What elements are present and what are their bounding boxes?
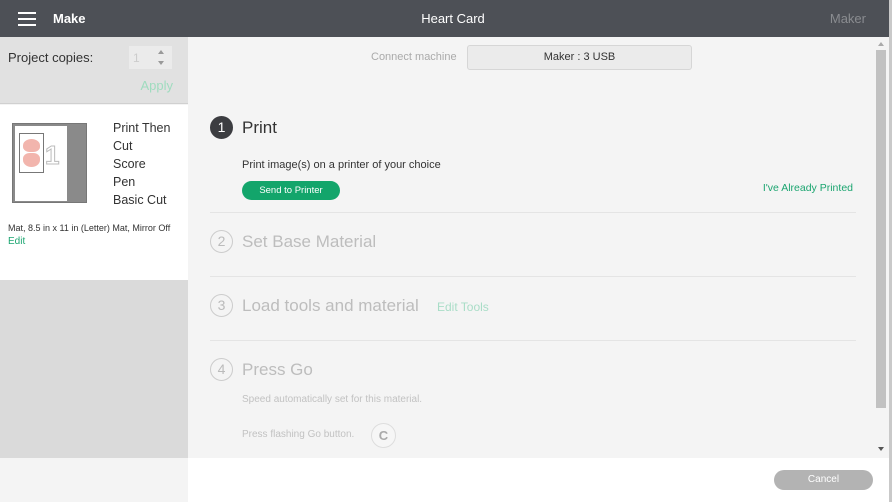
edit-tools-link[interactable]: Edit Tools	[437, 300, 489, 314]
divider	[210, 276, 856, 277]
spin-up-icon[interactable]	[158, 50, 164, 54]
heart-shape-top	[23, 139, 40, 152]
mat-edit-link[interactable]: Edit	[8, 236, 25, 247]
apply-button[interactable]: Apply	[140, 78, 173, 93]
footer-bar: Cancel	[188, 458, 889, 502]
app: Make Heart Card Maker Project copies: Ap…	[0, 0, 892, 502]
divider	[210, 212, 856, 213]
left-panel-footer	[0, 458, 188, 502]
project-copies-panel: Project copies: Apply	[0, 37, 188, 104]
mat-number: 1	[44, 140, 60, 171]
project-copies-input[interactable]	[129, 46, 172, 69]
operation-item: Cut	[113, 139, 133, 153]
operation-item: Score	[113, 157, 146, 171]
left-panel-empty	[0, 280, 188, 458]
project-copies-label: Project copies:	[8, 50, 94, 65]
operation-item: Basic Cut	[113, 193, 167, 207]
scroll-down-icon[interactable]	[878, 447, 884, 451]
mat-description: Mat, 8.5 in x 11 in (Letter) Mat, Mirror…	[8, 223, 171, 233]
connect-machine-label: Connect machine	[371, 51, 457, 63]
machine-select[interactable]: Maker : 3 USB	[467, 45, 692, 70]
mat-thumbnail[interactable]: 1	[12, 123, 87, 203]
mat-card[interactable]: 1 Print Then Cut Score Pen Basic Cut Mat…	[0, 105, 188, 280]
cricut-go-icon: C	[371, 423, 396, 448]
step-3-title: Load tools and material	[242, 296, 419, 315]
step-4-number: 4	[210, 358, 233, 381]
scrollbar[interactable]	[874, 37, 889, 458]
scrollbar-thumb[interactable]	[876, 50, 886, 408]
step-3-number: 3	[210, 294, 233, 317]
print-description: Print image(s) on a printer of your choi…	[242, 159, 441, 171]
heart-image-box	[19, 133, 44, 173]
operations-list: Print Then Cut Score Pen Basic Cut	[113, 119, 170, 209]
heart-shape-bottom	[23, 153, 40, 167]
step-4-title: Press Go	[242, 360, 313, 379]
machine-label: Maker	[829, 11, 866, 26]
page-title: Heart Card	[421, 11, 485, 26]
mat-paper: 1	[15, 126, 67, 201]
already-printed-link[interactable]: I've Already Printed	[763, 182, 853, 194]
header-bar: Make Heart Card Maker	[0, 0, 892, 37]
spin-down-icon[interactable]	[158, 61, 164, 65]
cancel-button[interactable]: Cancel	[774, 470, 873, 490]
step-2-title: Set Base Material	[242, 232, 377, 251]
main-panel: Connect machine Maker : 3 USB 1 Print Pr…	[188, 37, 874, 458]
scroll-up-icon[interactable]	[878, 42, 884, 46]
speed-text: Speed automatically set for this materia…	[242, 394, 423, 405]
step-1-title: Print	[242, 118, 277, 137]
send-to-printer-button[interactable]: Send to Printer	[242, 181, 340, 200]
step-2-number: 2	[210, 230, 233, 253]
operation-item: Print Then	[113, 121, 171, 135]
divider	[210, 340, 856, 341]
operation-item: Pen	[113, 175, 136, 189]
press-go-text: Press flashing Go button.	[242, 429, 355, 440]
step-1-number: 1	[210, 116, 233, 139]
